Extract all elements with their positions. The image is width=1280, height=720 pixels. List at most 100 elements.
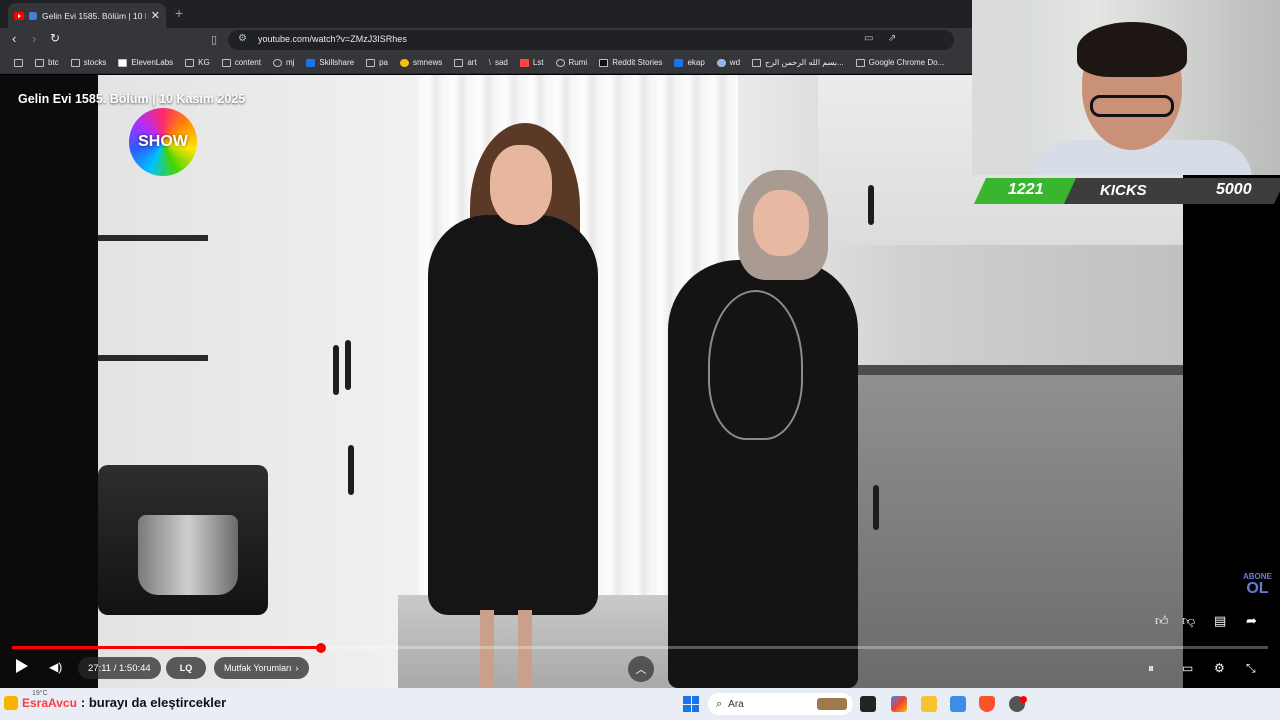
sub-goal-target: 5000 xyxy=(1216,181,1252,198)
slash-icon: \ xyxy=(488,58,491,67)
bookmark-ekap[interactable]: ekap xyxy=(668,58,710,67)
github-icon xyxy=(272,58,282,67)
browser-tabstrip: Gelin Evi 1585. Bölüm | 10 Kas ✕ + xyxy=(0,0,972,28)
windows-start-icon[interactable] xyxy=(683,696,699,712)
browser-tab-active[interactable]: Gelin Evi 1585. Bölüm | 10 Kas ✕ xyxy=(8,3,166,28)
youtube-icon xyxy=(14,11,24,20)
copilot-icon[interactable] xyxy=(891,696,907,712)
bookmark-pa[interactable]: pa xyxy=(360,58,394,67)
url-text: youtube.com/watch?v=ZMzJ3ISRhes xyxy=(258,34,407,44)
taskbar-search-placeholder: Ara xyxy=(728,698,744,710)
dislike-icon[interactable]: 👎︎ xyxy=(1182,613,1195,629)
play-icon[interactable] xyxy=(16,659,28,673)
folder-icon xyxy=(70,58,80,67)
skillshare-icon xyxy=(306,58,316,67)
bookmark-star-icon[interactable]: ▯ xyxy=(211,33,217,46)
time-display: 27:11 / 1:50:44 xyxy=(78,657,161,679)
bookmark-lst[interactable]: Lst xyxy=(514,58,550,67)
site-info-icon[interactable]: ⚙ xyxy=(238,33,247,44)
chat-overlay: EsraAvcu : burayı da eleştircekler xyxy=(4,695,226,710)
address-bar[interactable]: ⚙ youtube.com/watch?v=ZMzJ3ISRhes ▭ ⇗ xyxy=(228,30,954,50)
steel-pot xyxy=(138,515,238,595)
page-icon xyxy=(752,58,762,67)
file-explorer-icon[interactable] xyxy=(921,696,937,712)
comments-icon[interactable]: ▤ xyxy=(1214,613,1226,629)
video-title[interactable]: Gelin Evi 1585. Bölüm | 10 Kasım 2025 xyxy=(18,92,245,106)
bookmark-kg[interactable]: KG xyxy=(179,58,216,67)
bookmark-stocks[interactable]: stocks xyxy=(65,58,113,67)
cabinet-handle xyxy=(348,445,354,495)
bookmark-smnews[interactable]: smnews xyxy=(394,58,448,67)
smiley-icon xyxy=(400,58,410,67)
taskbar-search[interactable]: ⌕ Ara xyxy=(708,693,853,715)
search-icon: ⌕ xyxy=(716,697,723,710)
task-view-icon[interactable] xyxy=(860,696,876,712)
recording-indicator xyxy=(1020,696,1027,703)
scrubber-handle[interactable] xyxy=(316,643,326,653)
subtitles-icon[interactable]: ▭ xyxy=(1182,661,1193,675)
settings-gear-icon[interactable]: ⚙ xyxy=(1214,661,1225,675)
folder-icon xyxy=(35,58,44,67)
folder-icon xyxy=(366,58,376,67)
folder-icon xyxy=(454,58,464,67)
share-icon[interactable]: ⇗ xyxy=(888,33,896,44)
bookmark-sad[interactable]: \ sad xyxy=(483,58,514,67)
screen: Gelin Evi 1585. Bölüm | 10 Kas ✕ + ‹ › ↻… xyxy=(0,0,1280,720)
sub-goal-current: 1221 xyxy=(1008,181,1044,198)
lower-cabinet xyxy=(818,375,1183,688)
bookmark-btc[interactable]: btc xyxy=(29,58,65,67)
volume-icon[interactable]: ◀) xyxy=(49,660,62,674)
elevenlabs-icon xyxy=(118,58,128,67)
chevron-right-icon: › xyxy=(295,663,299,673)
bookmark-rumi[interactable]: Rumi xyxy=(550,58,594,67)
exit-fullscreen-icon[interactable]: ⤡ xyxy=(1246,661,1256,676)
shelf xyxy=(98,355,208,361)
brave-browser-icon[interactable] xyxy=(979,696,995,712)
chapter-button[interactable]: Mutfak Yorumları › xyxy=(214,657,309,679)
bookmark-elevenlabs[interactable]: ElevenLabs xyxy=(112,58,179,67)
chevron-up-icon[interactable]: ︿ xyxy=(628,656,654,682)
pause-toggle-icon[interactable]: ⏸︎ xyxy=(1148,661,1154,676)
forward-icon[interactable]: › xyxy=(32,31,36,46)
reload-icon[interactable]: ↻ xyxy=(50,31,60,45)
subscribe-watermark[interactable]: ABONE OL xyxy=(1243,573,1272,597)
webcam-feed xyxy=(972,0,1280,175)
bookmark-reddit-stories[interactable]: Reddit Stories xyxy=(593,58,668,67)
bookmark-google-chrome[interactable]: Google Chrome Do... xyxy=(850,58,951,67)
cabinet-handle xyxy=(333,345,339,395)
new-tab-button[interactable]: + xyxy=(175,5,183,21)
folder-icon xyxy=(185,58,195,67)
globe-icon xyxy=(555,58,565,67)
autoplay-toggle[interactable]: LQ xyxy=(166,657,206,679)
chat-user-avatar xyxy=(4,695,18,710)
shelf xyxy=(98,235,208,241)
sub-goal-bar: 1221 KICKS 5000 xyxy=(973,176,1280,206)
bookmark-art[interactable]: art xyxy=(448,58,482,67)
chat-username: EsraAvcu xyxy=(22,695,77,710)
like-icon[interactable]: 👍︎ xyxy=(1155,613,1169,629)
cabinet-handle xyxy=(873,485,879,530)
tab-group-icon xyxy=(29,11,37,20)
share-arrow-icon[interactable]: ➦ xyxy=(1246,613,1257,629)
wd-icon xyxy=(716,58,726,67)
cabinet-handle xyxy=(868,185,874,225)
bookmark-arabic[interactable]: بسم الله الرحمن الرح... xyxy=(746,58,850,67)
bookmark-skillshare[interactable]: Skillshare xyxy=(300,58,360,67)
bookmark-content[interactable]: content xyxy=(216,58,267,67)
show-tv-logo: SHOW xyxy=(129,108,197,176)
bookmark-wd[interactable]: wd xyxy=(711,58,746,67)
bookmarks-bar: btc stocks ElevenLabs KG content mj Skil… xyxy=(0,52,972,74)
bookmark-mj[interactable]: mj xyxy=(267,58,300,67)
tab-title: Gelin Evi 1585. Bölüm | 10 Kas xyxy=(42,10,146,21)
folder-icon xyxy=(221,58,231,67)
back-icon[interactable]: ‹ xyxy=(12,31,16,46)
apps-icon[interactable] xyxy=(8,58,29,67)
snipping-tool-icon[interactable] xyxy=(950,696,966,712)
s-logo-icon xyxy=(519,58,529,67)
progress-played xyxy=(12,646,321,649)
cabinet-handle xyxy=(345,340,351,390)
cast-icon[interactable]: ▭ xyxy=(864,33,873,44)
browser-toolbar: ‹ › ↻ ▯ ⚙ youtube.com/watch?v=ZMzJ3ISRhe… xyxy=(0,28,972,71)
chapter-title: Mutfak Yorumları xyxy=(224,663,292,673)
tab-close-icon[interactable]: ✕ xyxy=(151,9,160,22)
